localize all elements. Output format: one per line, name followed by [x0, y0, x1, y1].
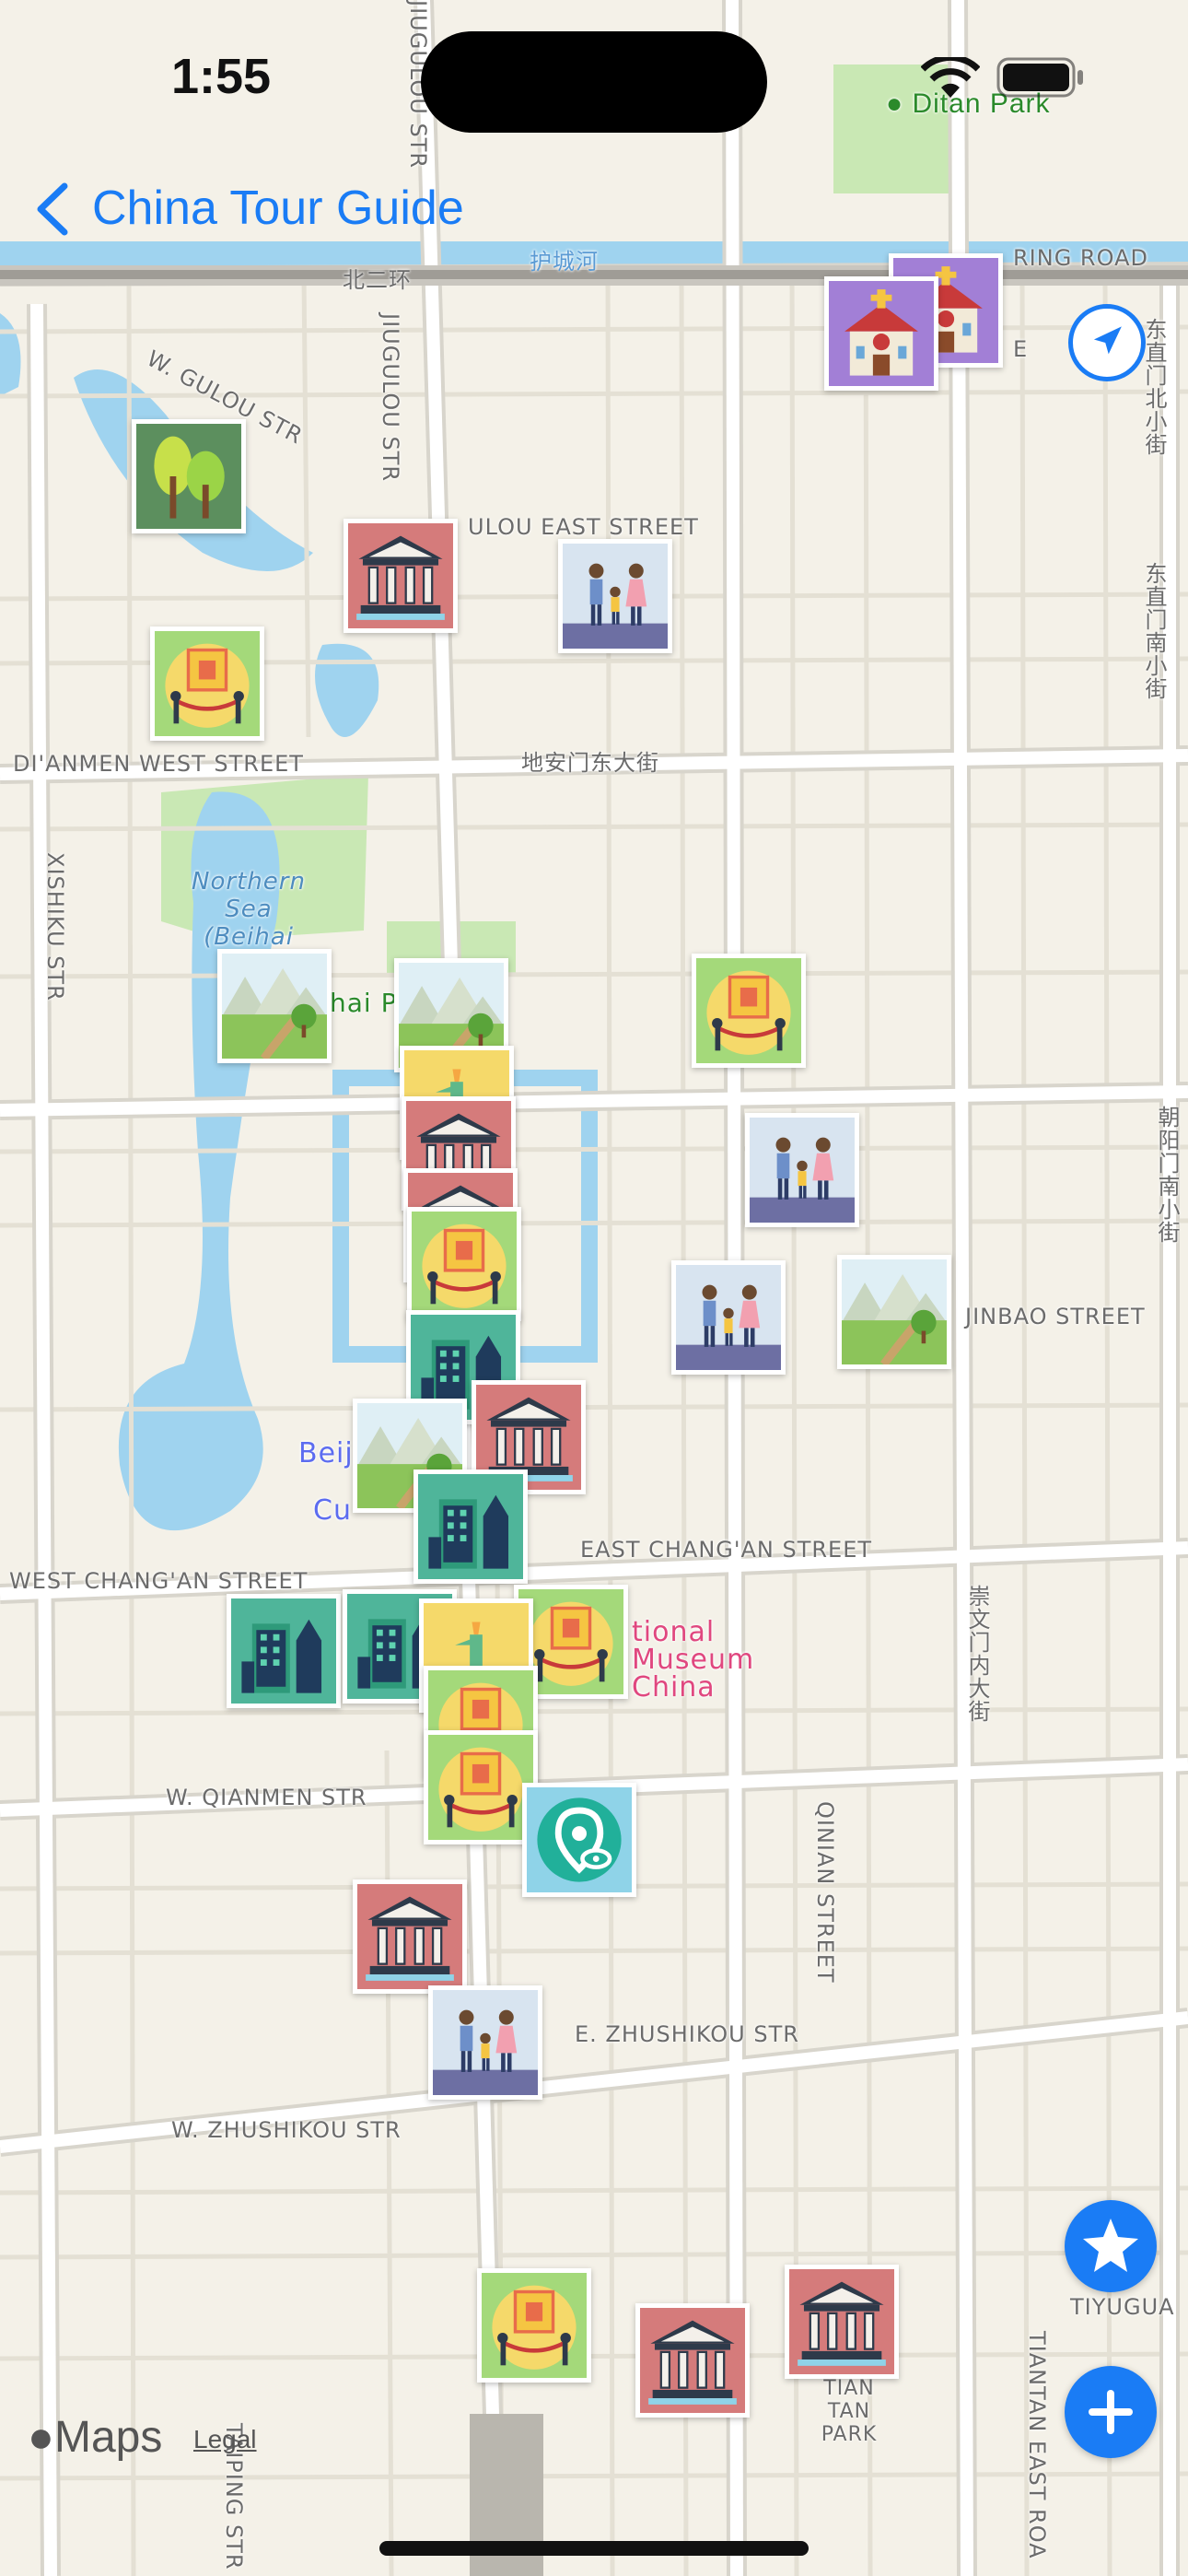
poi-label-beihai-park[interactable]: hai P: [330, 988, 397, 1018]
map-pin-museum[interactable]: [353, 1879, 467, 1994]
map-pin-landscape[interactable]: [217, 949, 332, 1063]
street-label: E. ZHUSHIKOU STR: [575, 2021, 799, 2047]
street-label: RING ROAD: [1013, 245, 1148, 271]
street-label: XISHIKU STR: [42, 852, 68, 1001]
map-pin-museum[interactable]: [635, 2303, 750, 2418]
favorites-button[interactable]: [1065, 2200, 1157, 2292]
maps-brand-text: Maps: [54, 2413, 163, 2462]
apple-logo-icon: ●: [28, 2413, 54, 2462]
map-pin-exhibit[interactable]: [150, 626, 264, 741]
back-chevron-icon[interactable]: [29, 181, 76, 238]
landscape-icon: [842, 1259, 947, 1364]
map-pin-exhibit[interactable]: [477, 2268, 591, 2383]
street-label: WEST CHANG'AN STREET: [9, 1568, 309, 1594]
street-label: TIAN TAN PARK: [821, 2377, 878, 2446]
street-label: 崇文门内大街: [964, 1585, 990, 1723]
map-pin-skyscraper[interactable]: [413, 1469, 528, 1584]
street-label: JIUGULOU STR: [378, 313, 403, 483]
street-label: TIANTAN EAST ROA: [1024, 2331, 1050, 2559]
star-icon: [1083, 2219, 1138, 2272]
street-label: 护城河: [530, 249, 599, 275]
street-label: QINIAN STREET: [812, 1801, 838, 1984]
street-label: EAST CHANG'AN STREET: [580, 1537, 873, 1563]
family-icon: [750, 1118, 855, 1223]
street-label: 朝阳门南小街: [1154, 1106, 1180, 1244]
map-pin-family[interactable]: [671, 1260, 786, 1375]
exhibit-icon: [482, 2273, 587, 2378]
map-pin-exhibit[interactable]: [424, 1730, 538, 1844]
status-time: 1:55: [171, 49, 272, 104]
location-arrow-icon: [1093, 326, 1122, 355]
legal-link[interactable]: Legal: [193, 2425, 257, 2454]
street-label: 东直门南小街: [1141, 562, 1167, 700]
wifi-icon: [921, 57, 980, 98]
exhibit-icon: [155, 631, 260, 736]
map-pin-exhibit[interactable]: [407, 1207, 521, 1321]
map-pin-church[interactable]: [824, 276, 938, 391]
plus-icon: [1089, 2390, 1133, 2434]
street-label: E: [1013, 336, 1029, 362]
exhibit-icon: [412, 1212, 517, 1317]
family-icon: [563, 544, 668, 649]
street-label: JINBAO STREET: [965, 1304, 1146, 1329]
museum-icon: [789, 2269, 894, 2374]
map-pin-landscape[interactable]: [837, 1255, 951, 1369]
battery-icon: [996, 57, 1083, 98]
landscape-icon: [222, 954, 327, 1059]
street-label: ULOU EAST STREET: [468, 514, 699, 540]
map-pin-family[interactable]: [428, 1985, 542, 2100]
map-pin-tree[interactable]: [132, 419, 246, 533]
museum-icon: [640, 2308, 745, 2413]
exhibit-icon: [696, 958, 801, 1063]
map-pin-museum[interactable]: [785, 2265, 899, 2379]
street-label: TIYUGUA: [1070, 2294, 1175, 2320]
poi-label-cu[interactable]: Cu: [313, 1494, 352, 1527]
street-label: 地安门东大街: [521, 750, 659, 776]
map-pin-location-eye[interactable]: [522, 1783, 636, 1897]
family-icon: [676, 1265, 781, 1370]
church-icon: [829, 281, 934, 386]
nav-title[interactable]: China Tour Guide: [92, 181, 464, 236]
map-pin-exhibit[interactable]: [692, 954, 806, 1068]
map-pin-skyscraper[interactable]: [227, 1594, 341, 1708]
museum-icon: [348, 523, 453, 628]
street-label: W. ZHUSHIKOU STR: [171, 2117, 402, 2143]
tree-icon: [136, 424, 241, 529]
skyscraper-icon: [418, 1474, 523, 1579]
skyscraper-icon: [231, 1598, 336, 1704]
map-pin-museum[interactable]: [344, 519, 458, 633]
dynamic-island: [421, 31, 767, 133]
status-bar: 1:55: [0, 0, 1188, 157]
location-eye-icon: [527, 1787, 632, 1892]
street-label: W. QIANMEN STR: [166, 1785, 367, 1810]
family-icon: [433, 1990, 538, 2095]
add-button[interactable]: [1065, 2366, 1157, 2458]
map-pin-family[interactable]: [558, 539, 672, 653]
current-location-button[interactable]: [1068, 304, 1146, 381]
poi-label-national-museum[interactable]: tional Museum China: [632, 1619, 844, 1702]
street-label: 北二环: [343, 267, 412, 293]
home-indicator: [379, 2541, 809, 2556]
exhibit-icon: [428, 1735, 533, 1840]
museum-icon: [357, 1884, 462, 1989]
maps-attribution: ●Maps: [28, 2412, 162, 2463]
map-pin-family[interactable]: [745, 1113, 859, 1227]
street-label: DI'ANMEN WEST STREET: [13, 751, 304, 777]
